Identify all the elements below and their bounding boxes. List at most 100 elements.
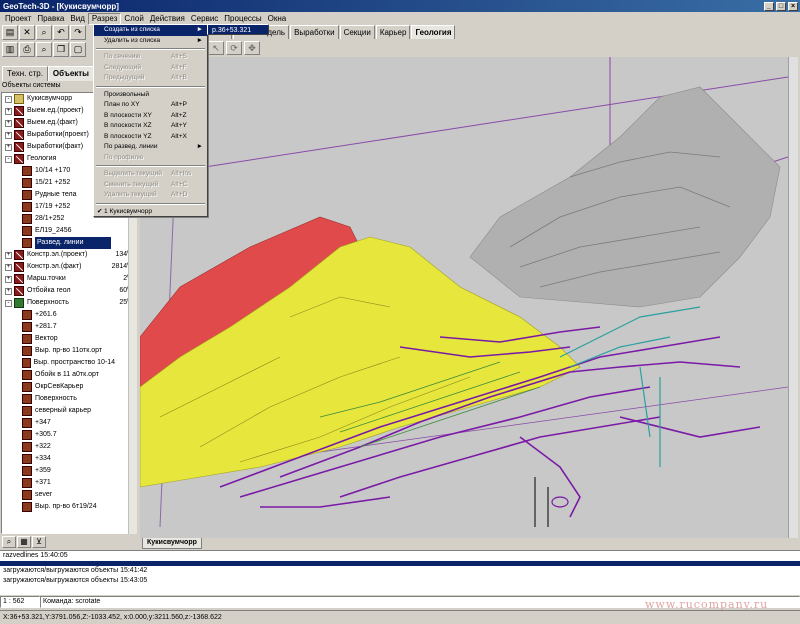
menu-7[interactable]: Процессы	[221, 13, 264, 25]
tree-item[interactable]: северный карьер	[2, 405, 135, 417]
search-icon[interactable]: ⌕	[36, 42, 52, 57]
expand-icon[interactable]: +	[5, 263, 12, 271]
tree-item[interactable]: Поверхность	[2, 393, 135, 405]
tree-item[interactable]: +371	[2, 477, 135, 489]
menu-item[interactable]: В плоскости XY Alt+Z	[94, 111, 207, 122]
undo-icon[interactable]: ↶	[53, 25, 69, 40]
menu-item[interactable]: Произвольный	[94, 90, 207, 101]
expand-icon[interactable]: +	[5, 275, 12, 283]
tree-item[interactable]: +Марш.точки2\0	[2, 273, 135, 285]
check-icon: ✔	[97, 207, 103, 215]
print-icon[interactable]: ⎙	[19, 42, 35, 57]
layers-icon[interactable]: ▦	[17, 536, 31, 548]
tree-item[interactable]: ОкрСевКарьер	[2, 381, 135, 393]
expand-icon[interactable]: +	[5, 143, 12, 151]
expand-icon[interactable]: +	[5, 119, 12, 127]
tree-item-label: Констр.эл.(проект)	[27, 251, 88, 258]
cyan-lines	[559, 306, 701, 467]
file-layer-icon	[22, 178, 32, 188]
tree-item[interactable]: Выр. пр-во 6т19/24	[2, 501, 135, 513]
red-layer-icon	[14, 154, 24, 164]
tree-item[interactable]: + Констр.эл.(факт) 2814\0	[2, 261, 135, 273]
tree-item[interactable]: +322	[2, 441, 135, 453]
tree-item[interactable]: +261.6	[2, 309, 135, 321]
message-log: razvedlines 15:40:05 загружаются/выгружа…	[0, 550, 800, 595]
menu-item[interactable]: В плоскости YZ Alt+X	[94, 132, 207, 143]
redo-icon[interactable]: ↷	[70, 25, 86, 40]
collapse-icon[interactable]: -	[5, 299, 12, 307]
menu-item[interactable]: В плоскости XZ Alt+Y	[94, 121, 207, 132]
tree-item-label: Выр. пр-во 11отк.орт	[35, 347, 103, 354]
expand-icon[interactable]: +	[5, 107, 12, 115]
view-tab[interactable]: Геология	[411, 25, 456, 39]
paste-icon[interactable]: ▢	[70, 42, 86, 57]
tree-item-label: +347	[35, 419, 51, 426]
menu-1[interactable]: Правка	[34, 13, 67, 25]
panel-tab[interactable]: Объекты	[47, 66, 95, 81]
menu-6[interactable]: Сервис	[188, 13, 221, 25]
menu-0[interactable]: Проект	[2, 13, 34, 25]
tree-item[interactable]: +359	[2, 465, 135, 477]
collapse-icon[interactable]: -	[5, 155, 12, 163]
view-tab[interactable]: Секции	[339, 25, 375, 39]
menu-item[interactable]: План по XY Alt+P	[94, 100, 207, 111]
menu-item-label: Удалить текущий	[104, 191, 157, 198]
menu-item-label: По профилю	[104, 153, 144, 161]
maximize-button[interactable]: □	[776, 1, 786, 11]
tree-item[interactable]: Выр. пространство 10-14	[2, 357, 135, 369]
menu-item[interactable]: Удалить из списка ►	[94, 36, 207, 47]
menu-item-label: План по XY	[104, 101, 140, 108]
view-tab[interactable]: Карьер	[375, 25, 411, 39]
tree-item[interactable]: Развед. линии	[2, 237, 135, 249]
tree-item[interactable]: Выр. пр-во 11отк.орт	[2, 345, 135, 357]
pan-icon[interactable]: ✥	[244, 41, 260, 55]
tree-item[interactable]: +334	[2, 453, 135, 465]
open-icon[interactable]: ▤	[2, 25, 18, 40]
scale-field[interactable]: 1 : 562	[0, 596, 40, 608]
viewport-scrollbar[interactable]	[788, 57, 798, 538]
pdf-icon[interactable]: ✕	[19, 25, 35, 40]
view-tab[interactable]: Выработки	[290, 25, 339, 39]
tree-item[interactable]: + Констр.эл.(проект) 134\0	[2, 249, 135, 261]
expand-icon[interactable]: +	[5, 251, 12, 259]
select-icon[interactable]: ↖	[208, 41, 224, 55]
submenu-item[interactable]: р.36+53.321	[207, 24, 269, 35]
copy-icon[interactable]: ❐	[53, 42, 69, 57]
submenu-arrow-icon: ►	[196, 26, 203, 33]
filter-icon[interactable]: ⊻	[32, 536, 46, 548]
chart-icon[interactable]: ▥	[2, 42, 18, 57]
tree-item[interactable]: + Отбойка геол 60\0	[2, 285, 135, 297]
tree-item[interactable]: +305.7	[2, 429, 135, 441]
tree-item[interactable]: sever	[2, 489, 135, 501]
tree-item[interactable]: Вектор	[2, 333, 135, 345]
tree-item[interactable]: Обойк в 11 а0тк.орт	[2, 369, 135, 381]
menu-3[interactable]: Разрез	[87, 12, 122, 25]
menu-item[interactable]: ✔ 1 Кукисвумчорр	[94, 207, 207, 218]
tree-item[interactable]: +281.7	[2, 321, 135, 333]
menu-4[interactable]: Слой	[121, 13, 146, 25]
tree-item[interactable]: - Поверхность 25\2	[2, 297, 135, 309]
3d-viewport[interactable]	[140, 57, 788, 538]
red-layer-icon	[14, 250, 24, 260]
collapse-icon[interactable]: -	[5, 95, 12, 103]
tree-item[interactable]: +347	[2, 417, 135, 429]
menu-item[interactable]: По развед. линии ►	[94, 142, 207, 153]
minimize-button[interactable]: _	[764, 1, 774, 11]
file-layer-icon	[22, 502, 32, 512]
menu-8[interactable]: Окна	[265, 13, 290, 25]
rotate-icon[interactable]: ⟳	[226, 41, 242, 55]
viewport-tab[interactable]: Кукисвумчорр	[142, 538, 202, 549]
menu-5[interactable]: Действия	[147, 13, 188, 25]
expand-icon[interactable]: +	[5, 287, 12, 295]
tree-item[interactable]: ЕЛ19_2456	[2, 225, 135, 237]
close-button[interactable]: ×	[788, 1, 798, 11]
menu-2[interactable]: Вид	[67, 13, 87, 25]
zoom-icon[interactable]: ⌕	[36, 25, 52, 40]
log-line: загружаются/выгружаются объекты 15:43:05	[3, 577, 148, 584]
tree-item-label: Вектор	[35, 335, 58, 342]
menu-separator	[96, 48, 205, 50]
expand-icon[interactable]: +	[5, 131, 12, 139]
panel-tab[interactable]: Техн. стр.	[2, 66, 48, 81]
menu-item[interactable]: Создать из списка ►	[94, 25, 207, 36]
find-icon[interactable]: ⌕	[2, 536, 16, 548]
